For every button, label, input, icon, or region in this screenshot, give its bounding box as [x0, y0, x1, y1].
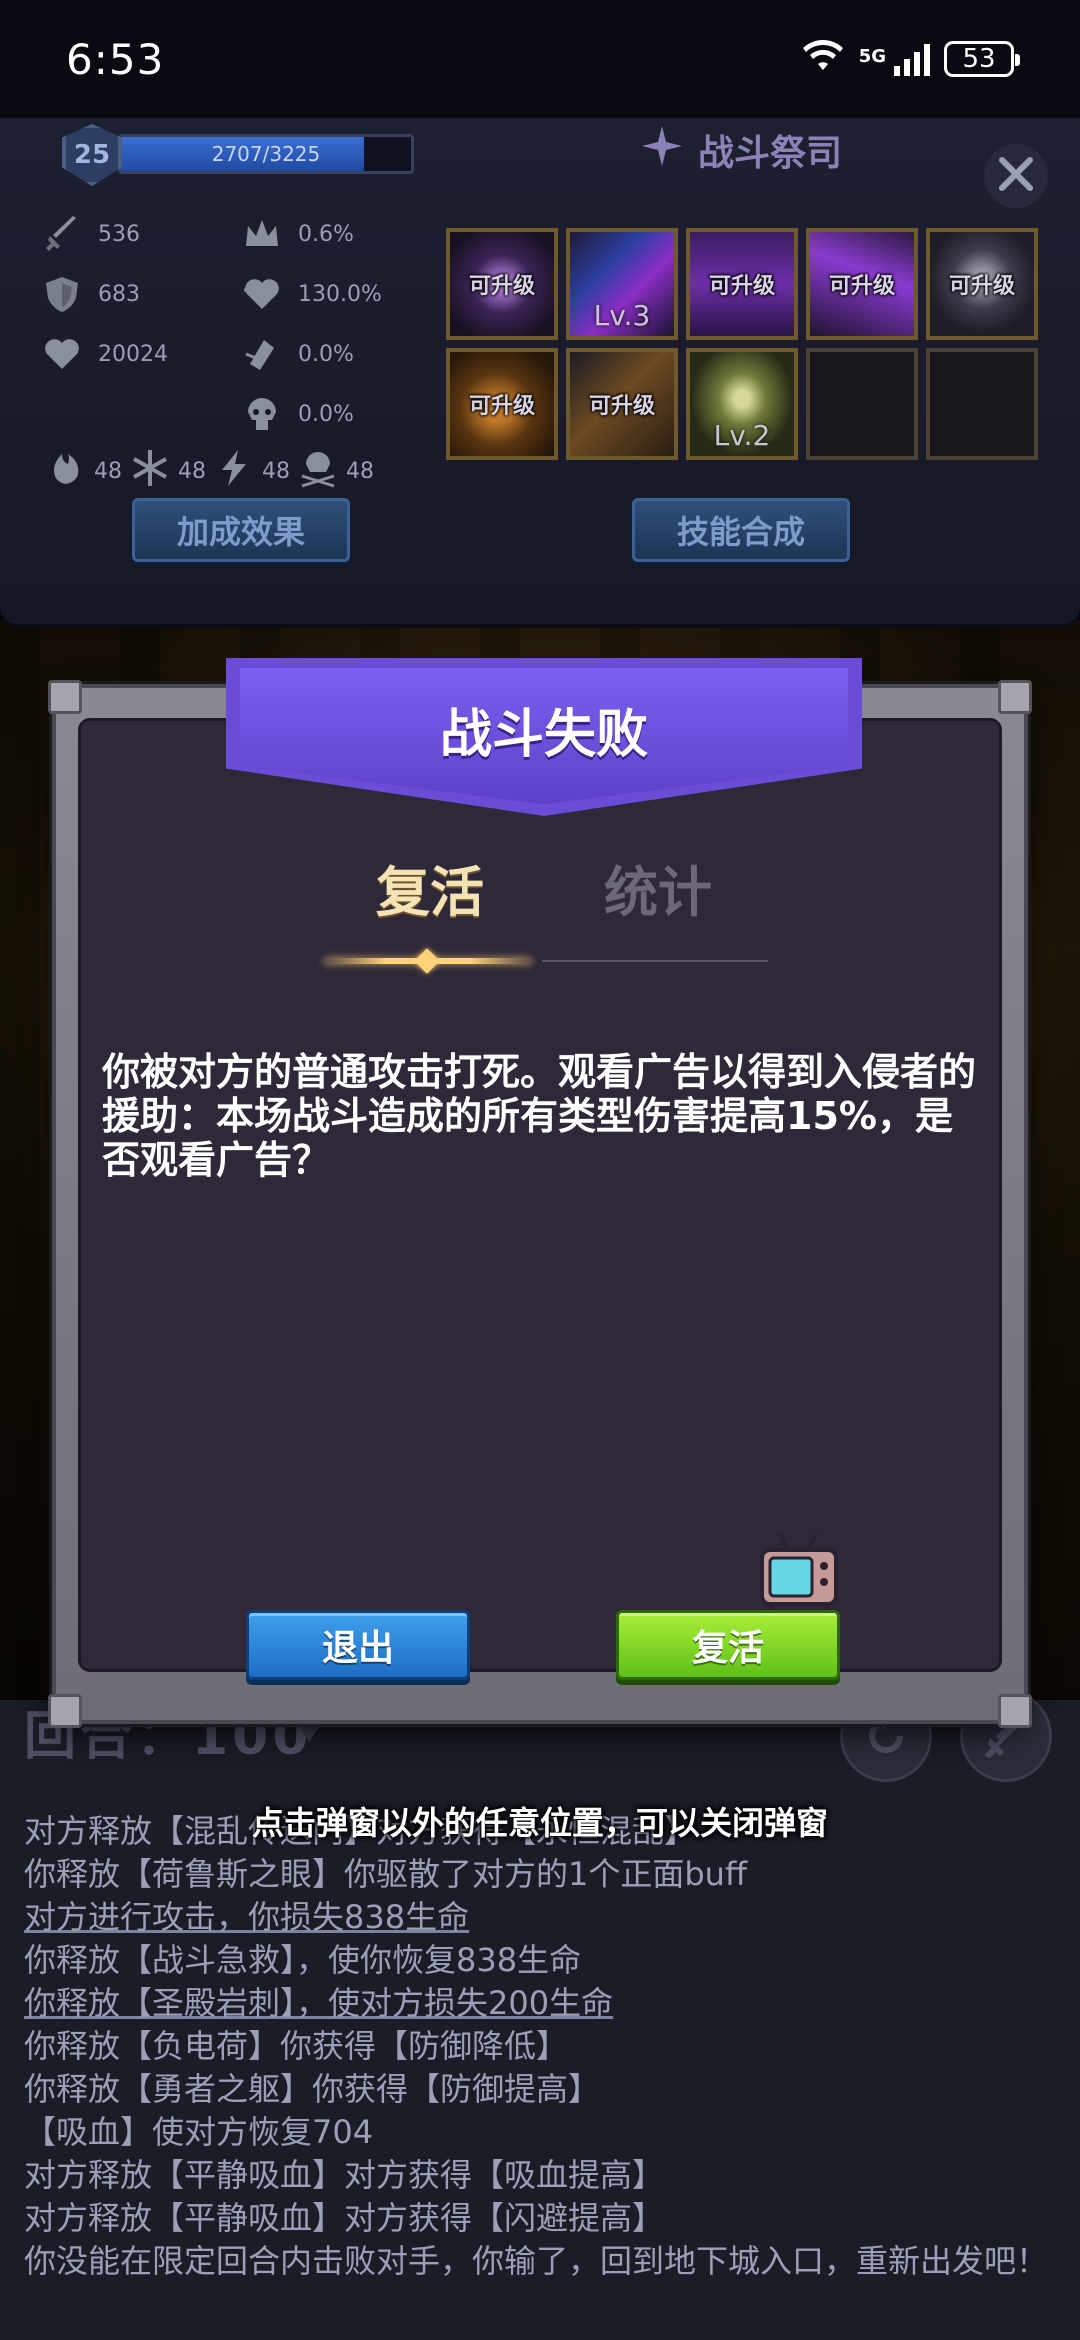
- stat-lifesteal-value: 130.0%: [298, 281, 382, 307]
- network-badge: 5G: [858, 46, 886, 67]
- log-line: 你没能在限定回合内击败对手，你输了，回到地下城入口，重新出发吧！: [24, 2242, 1049, 2280]
- element-poison-value: 48: [346, 458, 374, 484]
- signal-icon: [894, 42, 930, 76]
- heart-icon: [40, 332, 84, 376]
- tab-stats[interactable]: 统计: [604, 848, 712, 927]
- stat-lifesteal: 130.0%: [240, 272, 382, 316]
- tab-divider: [542, 960, 768, 962]
- skill-slot[interactable]: Lv.3: [566, 228, 678, 340]
- stat-attack-value: 536: [98, 221, 140, 247]
- element-frost-value: 48: [178, 458, 206, 484]
- stat-evade-value: 0.0%: [298, 341, 354, 367]
- log-line: 对方释放【平静吸血】对方获得【吸血提高】: [24, 2156, 665, 2194]
- log-line: 你释放【荷鲁斯之眼】你驱散了对方的1个正面buff: [24, 1855, 748, 1893]
- dialog-corner: [998, 1694, 1032, 1728]
- log-line: 你释放【负电荷】你获得【防御降低】: [24, 2027, 569, 2065]
- skill-slot[interactable]: 可升级: [686, 228, 798, 340]
- bonus-effects-button[interactable]: 加成效果: [132, 498, 350, 562]
- skill-slot[interactable]: 可升级: [806, 228, 918, 340]
- skill-grid: 可升级 Lv.3 可升级 可升级 可升级 可升级 可升级 Lv.2: [446, 228, 1038, 460]
- dialog-title: 战斗失败: [439, 705, 648, 765]
- status-time: 6:53: [66, 34, 165, 84]
- defeat-dialog[interactable]: 战斗失败 复活 统计 你被对方的普通攻击打死。观看广告以得到入侵者的援助：本场战…: [48, 658, 1032, 1728]
- poison-skull-icon: [298, 448, 338, 494]
- player-stats-panel: 2707/3225 25 536 683 20024 0.6% 130.0% 0…: [0, 118, 1080, 628]
- dialog-message: 你被对方的普通攻击打死。观看广告以得到入侵者的援助：本场战斗造成的所有类型伤害提…: [102, 1050, 977, 1182]
- dialog-corner: [998, 680, 1032, 714]
- battery-level: 53: [962, 44, 996, 74]
- element-fire-value: 48: [94, 458, 122, 484]
- close-hint: 点击弹窗以外的任意位置，可以关闭弹窗: [251, 1804, 828, 1842]
- skill-slot-empty[interactable]: [806, 348, 918, 460]
- exit-button[interactable]: 退出: [246, 1610, 470, 1680]
- element-lightning-value: 48: [262, 458, 290, 484]
- stat-crit-value: 0.6%: [298, 221, 354, 247]
- log-line: 【吸血】使对方恢复704: [24, 2113, 374, 2151]
- crown-icon: [240, 212, 284, 256]
- log-line: 你释放【战斗急救】，使你恢复838生命: [24, 1941, 582, 1979]
- skill-slot[interactable]: Lv.2: [686, 348, 798, 460]
- class-name: 战斗祭司: [698, 133, 843, 174]
- class-title: 战斗祭司: [640, 118, 842, 182]
- skill-slot[interactable]: 可升级: [446, 348, 558, 460]
- sword-icon: [40, 212, 84, 256]
- combat-log[interactable]: 回合：100 对方释放【混乱传送门】对方获得【永恒混乱】 你释放【荷鲁斯之眼】你驱…: [0, 1690, 1080, 2340]
- exp-bar: 2707/3225: [118, 134, 414, 174]
- stat-evade: 0.0%: [240, 332, 354, 376]
- lightning-icon: [214, 448, 254, 494]
- fire-icon: [46, 448, 86, 494]
- heart-drain-icon: [240, 272, 284, 316]
- stat-defense: 683: [40, 272, 140, 316]
- shield-icon: [40, 272, 84, 316]
- frost-icon: [130, 448, 170, 494]
- skull-icon: [240, 392, 284, 436]
- battery-icon: 53: [944, 41, 1020, 77]
- element-row: 48 48 48 48: [46, 448, 374, 494]
- stat-death: 0.0%: [240, 392, 354, 436]
- status-icons: 5G 53: [0, 40, 1080, 2340]
- skill-slot[interactable]: 可升级: [566, 348, 678, 460]
- skill-slot[interactable]: 可升级: [446, 228, 558, 340]
- revive-button[interactable]: 复活: [616, 1610, 840, 1680]
- skill-synthesis-button[interactable]: 技能合成: [632, 498, 850, 562]
- stat-death-value: 0.0%: [298, 401, 354, 427]
- level-badge: 25: [62, 124, 122, 186]
- log-line: 对方进行攻击，你损失838生命: [24, 1898, 470, 1936]
- compass-icon: [640, 124, 684, 177]
- skill-slot[interactable]: 可升级: [926, 228, 1038, 340]
- log-line: 你释放【圣殿岩刺】，使对方损失200生命: [24, 1984, 614, 2022]
- log-line: 对方释放【平静吸血】对方获得【闪避提高】: [24, 2199, 665, 2237]
- dialog-body: [78, 718, 1002, 1672]
- log-line: 你释放【勇者之躯】你获得【防御提高】: [24, 2070, 601, 2108]
- stat-defense-value: 683: [98, 281, 140, 307]
- log-list: 对方释放【混乱传送门】对方获得【永恒混乱】 你释放【荷鲁斯之眼】你驱散了对方的1个…: [24, 1810, 1064, 2283]
- tab-revive[interactable]: 复活: [376, 848, 484, 927]
- skill-slot-empty[interactable]: [926, 348, 1038, 460]
- dialog-corner: [48, 1694, 82, 1728]
- exp-text: 2707/3225: [211, 142, 321, 166]
- close-icon: [996, 154, 1036, 198]
- stat-crit: 0.6%: [240, 212, 354, 256]
- evade-icon: [240, 332, 284, 376]
- stat-attack: 536: [40, 212, 140, 256]
- close-panel-button[interactable]: [984, 144, 1048, 208]
- stat-health-value: 20024: [98, 341, 168, 367]
- stat-health: 20024: [40, 332, 168, 376]
- wifi-icon: [801, 40, 845, 78]
- tv-ad-icon: [760, 1533, 838, 1612]
- dialog-corner: [48, 680, 82, 714]
- status-bar: 6:53 5G 53: [0, 0, 1080, 2340]
